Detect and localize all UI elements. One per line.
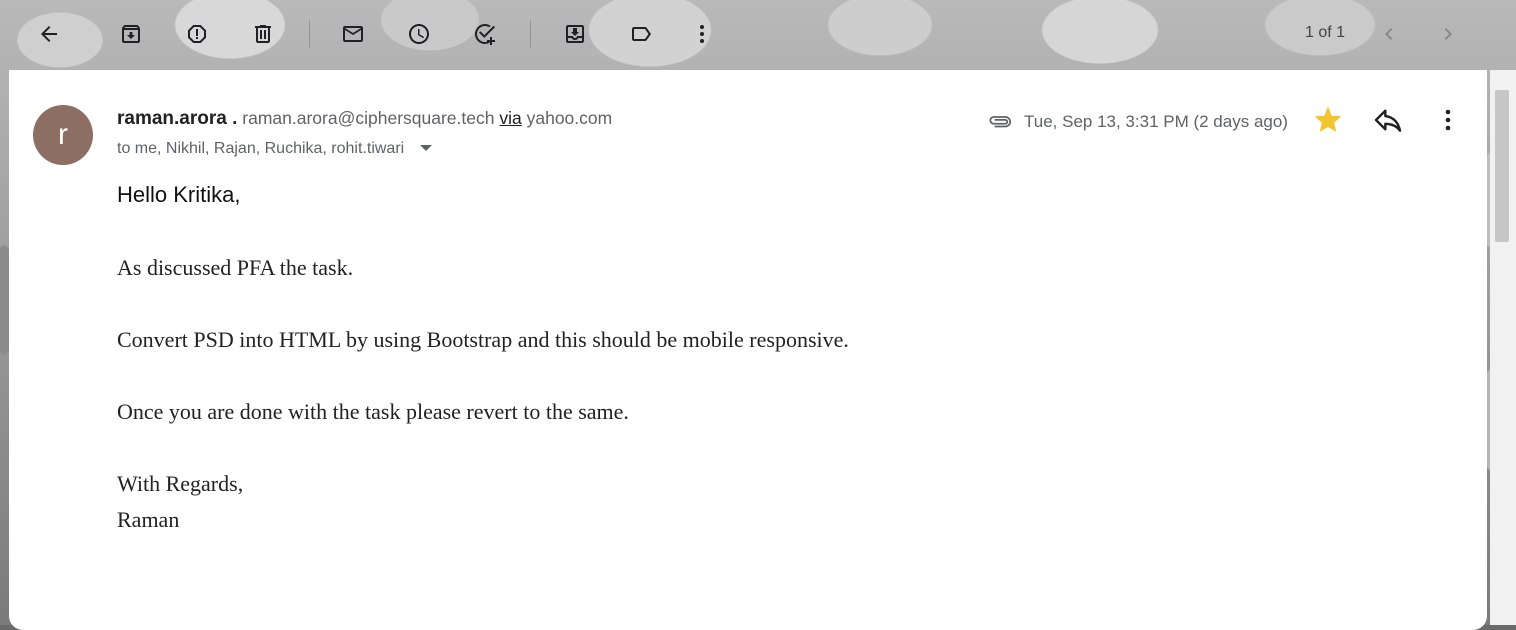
delete-button[interactable] bbox=[243, 14, 283, 54]
recipients-text: to me, Nikhil, Rajan, Ruchika, rohit.tiw… bbox=[117, 140, 405, 158]
body-greeting: Hello Kritika, bbox=[117, 182, 241, 207]
toolbar-divider bbox=[309, 20, 310, 48]
toolbar-divider bbox=[530, 20, 531, 48]
add-task-icon bbox=[475, 24, 495, 45]
body-line-1: As discussed PFA the task. bbox=[117, 255, 354, 280]
body-line-2: Convert PSD into HTML by using Bootstrap… bbox=[117, 327, 849, 352]
message-meta: Tue, Sep 13, 3:31 PM (2 days ago) bbox=[986, 108, 1288, 136]
body-signature: Raman bbox=[117, 507, 180, 532]
snooze-button[interactable] bbox=[399, 14, 439, 54]
back-button[interactable] bbox=[29, 14, 69, 54]
sender-email: raman.arora@ciphersquare.tech bbox=[242, 108, 495, 128]
move-to-button[interactable] bbox=[555, 14, 595, 54]
pagination-count: 1 of 1 bbox=[1305, 24, 1346, 41]
reply-icon[interactable] bbox=[1372, 104, 1404, 136]
labels-button[interactable] bbox=[621, 14, 661, 54]
attachment-icon bbox=[989, 116, 1012, 128]
show-details-button[interactable] bbox=[419, 140, 433, 158]
newer-button[interactable] bbox=[1369, 14, 1409, 54]
mark-unread-button[interactable] bbox=[333, 14, 373, 54]
move-to-icon bbox=[566, 25, 584, 43]
chevron-left-icon bbox=[1385, 28, 1393, 40]
message-date: Tue, Sep 13, 3:31 PM (2 days ago) bbox=[1024, 112, 1288, 131]
avatar-letter: r bbox=[58, 118, 68, 151]
via-link[interactable]: via bbox=[499, 108, 521, 128]
report-spam-button[interactable] bbox=[177, 14, 217, 54]
more-vert-icon[interactable] bbox=[1436, 104, 1460, 136]
recipients-line: to me, Nikhil, Rajan, Ruchika, rohit.tiw… bbox=[117, 140, 433, 158]
archive-button[interactable] bbox=[111, 14, 151, 54]
scrollbar-thumb[interactable] bbox=[1495, 90, 1509, 242]
scrollbar[interactable] bbox=[1490, 70, 1516, 625]
archive-icon bbox=[122, 25, 140, 43]
delete-icon bbox=[255, 25, 271, 43]
report-spam-icon bbox=[188, 25, 206, 43]
message-toolbar: 1 of 1 bbox=[10, 0, 1510, 68]
snooze-icon bbox=[409, 24, 429, 44]
back-arrow-icon bbox=[41, 26, 57, 42]
sender-name[interactable]: raman.arora . bbox=[117, 108, 237, 129]
more-vert-icon bbox=[700, 25, 704, 43]
star-icon[interactable] bbox=[1312, 104, 1344, 136]
label-icon bbox=[632, 27, 651, 41]
body-line-3: Once you are done with the task please r… bbox=[117, 399, 629, 424]
message-card: r raman.arora . raman.arora@ciphersquare… bbox=[9, 70, 1487, 630]
avatar[interactable]: r bbox=[33, 105, 93, 165]
caret-down-icon bbox=[419, 145, 432, 151]
older-button[interactable] bbox=[1428, 14, 1468, 54]
more-options-button[interactable] bbox=[682, 14, 722, 54]
mark-unread-icon bbox=[343, 26, 363, 42]
chevron-right-icon bbox=[1444, 28, 1452, 40]
body-closing: With Regards, bbox=[117, 471, 244, 496]
sender-line: raman.arora . raman.arora@ciphersquare.t… bbox=[117, 108, 612, 130]
add-to-tasks-button[interactable] bbox=[465, 14, 505, 54]
via-domain: yahoo.com bbox=[526, 108, 613, 128]
